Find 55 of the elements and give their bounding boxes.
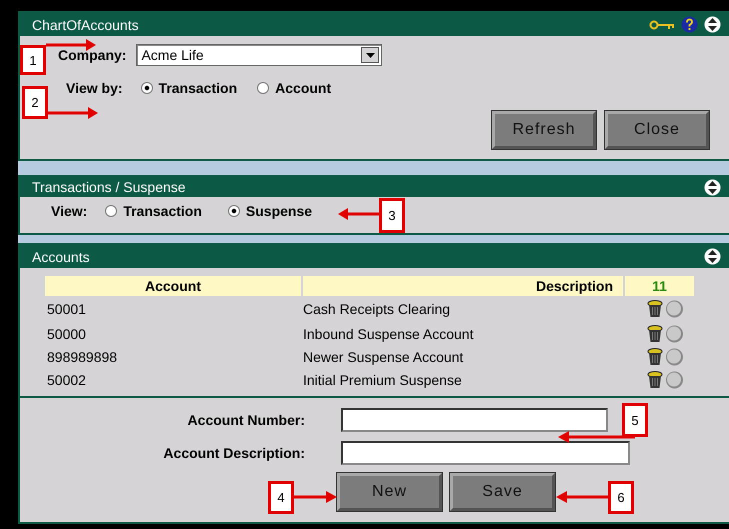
radio-button[interactable] (140, 82, 153, 94)
radio-button[interactable] (105, 205, 118, 217)
callout-arrow (556, 491, 608, 503)
field-label: Account Number: (186, 412, 305, 428)
table-cell: Cash Receipts Clearing (303, 301, 450, 317)
company-dropdown[interactable]: Acme Life (136, 44, 382, 66)
panel-title: ChartOfAccounts (32, 16, 140, 32)
table-cell: 50002 (47, 372, 86, 388)
callout-number: 4 (268, 481, 294, 514)
key-icon[interactable] (649, 18, 675, 30)
callout-number: 2 (22, 86, 48, 119)
view-label: View: (51, 203, 88, 219)
table-cell: 50001 (47, 301, 86, 317)
callout-arrow (46, 39, 96, 51)
field-label: Account Description: (162, 445, 305, 461)
panel-title: Accounts (32, 248, 91, 264)
action-button[interactable]: New (337, 473, 442, 511)
radio-button[interactable] (228, 205, 240, 217)
collapse-icon[interactable] (704, 248, 721, 265)
action-button[interactable]: Save (450, 473, 555, 511)
collapse-icon[interactable] (704, 178, 721, 196)
column-header[interactable]: Account (45, 276, 301, 296)
company-label: Company: (58, 47, 126, 63)
collapse-icon[interactable] (704, 16, 721, 33)
account-number-field[interactable] (341, 408, 608, 432)
bin-icon[interactable] (647, 300, 663, 318)
bin-icon[interactable] (647, 348, 663, 366)
callout-number: 3 (379, 198, 405, 233)
radio-label[interactable]: Account (275, 80, 332, 96)
radio-label[interactable]: Transaction (158, 80, 238, 96)
callout-number: 6 (608, 481, 634, 514)
account-description-field[interactable] (341, 441, 630, 465)
caret-icon (366, 52, 375, 58)
radio-label[interactable]: Suspense (246, 203, 312, 219)
callout-arrow (338, 208, 379, 220)
radio-button[interactable] (257, 82, 270, 94)
column-header[interactable]: Description (303, 276, 623, 296)
action-button[interactable]: Refresh (492, 111, 596, 149)
table-cell: 50000 (47, 326, 86, 342)
bin-icon[interactable] (647, 370, 663, 388)
table-cell: Inbound Suspense Account (303, 326, 474, 342)
record-count: 11 (625, 276, 694, 296)
table-cell: Initial Premium Suspense (303, 372, 462, 388)
panel-title: Transactions / Suspense (32, 179, 187, 195)
bin-icon[interactable] (647, 324, 663, 342)
table-cell: 898989898 (47, 348, 118, 364)
view-by-label: View by: (66, 80, 123, 96)
callout-arrow (294, 491, 337, 503)
help-icon[interactable] (681, 16, 698, 33)
action-button[interactable]: Close (605, 111, 709, 149)
callout-number: 1 (20, 45, 46, 75)
callout-arrow (48, 107, 98, 119)
callout-number: 5 (622, 403, 648, 437)
radio-label[interactable]: Transaction (123, 203, 202, 219)
table-cell: Newer Suspense Account (303, 348, 464, 364)
